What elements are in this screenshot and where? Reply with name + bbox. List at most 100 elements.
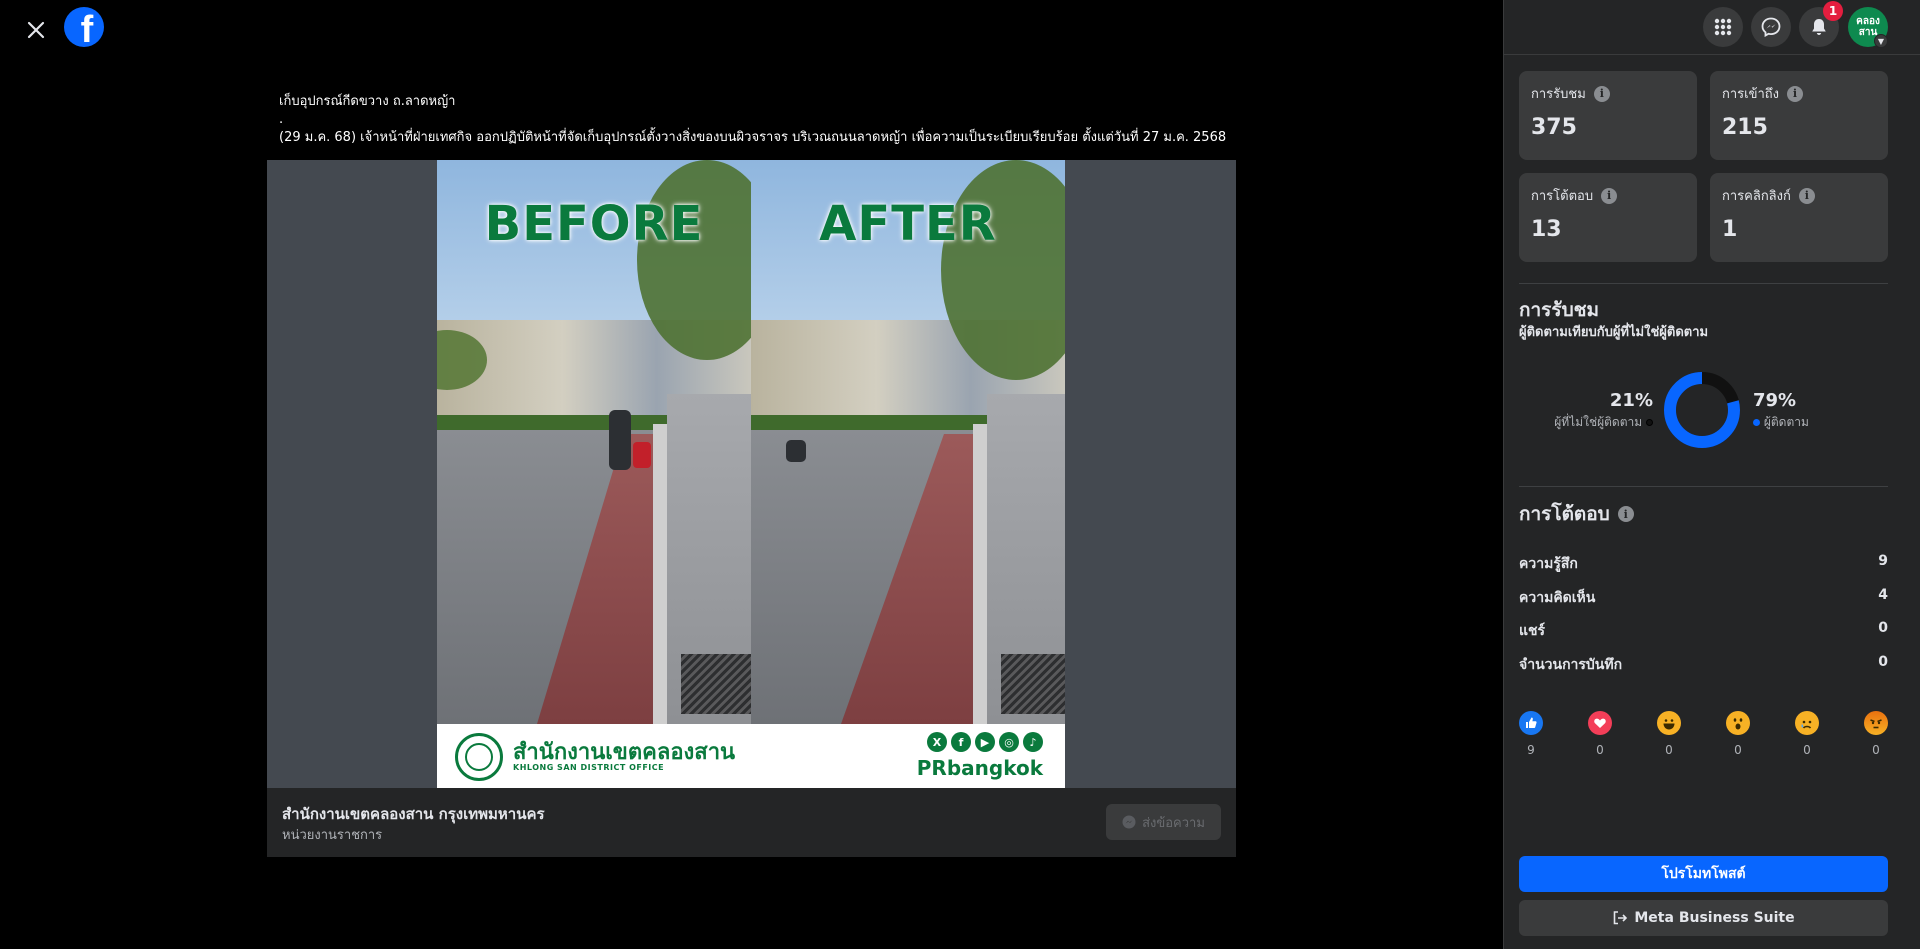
metric-label: แชร์ (1519, 623, 1546, 639)
reaction-count: 9 (1527, 743, 1535, 757)
send-message-button[interactable]: ส่งข้อความ (1106, 804, 1221, 840)
stat-label: การเข้าถึง (1722, 87, 1780, 102)
photo-footer: สำนักงานเขตคลองสาน KHLONG SAN DISTRICT O… (437, 724, 1065, 788)
followers-legend: ผู้ติดตาม (1753, 413, 1809, 432)
after-label: AFTER (819, 196, 997, 252)
divider (1519, 283, 1888, 284)
stat-value: 1 (1722, 217, 1738, 242)
stat-card-link-clicks: การคลิกลิงก์ i 1 (1710, 173, 1888, 262)
close-button[interactable] (18, 12, 54, 48)
love-icon (1588, 711, 1612, 735)
followers-percent: 79% (1753, 390, 1797, 411)
social-icons: X f ▶ ◎ ♪ (927, 732, 1043, 752)
messenger-button[interactable] (1751, 7, 1791, 47)
metric-row-shares: แชร์ 0 (1519, 620, 1888, 640)
facebook-icon: f (951, 732, 971, 752)
interactions-section-title: การโต้ตอบ i (1519, 499, 1634, 529)
stat-label: การรับชม (1531, 87, 1586, 102)
post-frame: BEFORE AFTER สำนักงานเขตคลองสาน KHLONG S… (267, 160, 1236, 857)
like-icon (1519, 711, 1543, 735)
info-icon[interactable]: i (1593, 85, 1610, 102)
promote-post-button[interactable]: โปรโมทโพสต์ (1519, 856, 1888, 892)
stat-card-views: การรับชม i 375 (1519, 71, 1697, 160)
non-followers-percent: 21% (1609, 390, 1653, 411)
reaction-count: 0 (1665, 743, 1673, 757)
divider (1519, 486, 1888, 487)
metric-value: 9 (1878, 553, 1888, 569)
bell-icon (1812, 19, 1826, 35)
followers-dot (1753, 419, 1760, 426)
caption-line-1: เก็บอุปกรณ์กีดขวาง ถ.ลาดหญ้า (279, 94, 456, 109)
avatar-text-line-1: คลอง (1856, 16, 1880, 27)
non-followers-legend: ผู้ที่ไม่ใช่ผู้ติดตาม (1540, 413, 1653, 432)
angry-icon (1864, 711, 1888, 735)
info-icon[interactable]: i (1617, 506, 1634, 522)
page-name[interactable]: สำนักงานเขตคลองสาน กรุงเทพมหานคร (282, 802, 545, 826)
stat-value: 375 (1531, 115, 1577, 140)
donut-svg (1664, 372, 1740, 448)
photo-before: BEFORE (437, 160, 751, 724)
post-caption: เก็บอุปกรณ์กีดขวาง ถ.ลาดหญ้า . (29 ม.ค. … (279, 93, 1239, 147)
metric-row-saves: จำนวนการบันทึก 0 (1519, 654, 1888, 674)
facebook-logo[interactable]: f (64, 7, 104, 47)
close-icon (27, 21, 45, 39)
info-icon[interactable]: i (1787, 85, 1804, 102)
stat-card-interactions: การโต้ตอบ i 13 (1519, 173, 1697, 262)
metric-value: 4 (1878, 587, 1888, 603)
reaction-count: 0 (1596, 743, 1604, 757)
stat-label: การโต้ตอบ (1531, 189, 1594, 204)
chevron-down-icon[interactable]: ▼ (1874, 34, 1888, 48)
notification-badge: 1 (1823, 1, 1843, 21)
office-name-english: KHLONG SAN DISTRICT OFFICE (513, 763, 665, 772)
messenger-icon (1761, 17, 1781, 37)
stat-label: การคลิกลิงก์ (1722, 189, 1791, 204)
stat-value: 215 (1722, 115, 1768, 140)
stat-card-reach: การเข้าถึง i 215 (1710, 71, 1888, 160)
x-icon: X (927, 732, 947, 752)
tiktok-icon: ♪ (1023, 732, 1043, 752)
reaction-love: 0 (1587, 711, 1613, 757)
office-seal-icon (455, 733, 503, 781)
non-followers-label: ผู้ที่ไม่ใช่ผู้ติดตาม (1554, 415, 1643, 429)
meta-business-suite-label: Meta Business Suite (1634, 910, 1795, 926)
views-subtitle: ผู้ติดตามเทียบกับผู้ที่ไม่ใช่ผู้ติดตาม (1519, 325, 1709, 340)
reaction-like: 9 (1518, 711, 1544, 757)
photo-after: AFTER (751, 160, 1065, 724)
reaction-sad: 0 (1794, 711, 1820, 757)
stat-value: 13 (1531, 217, 1562, 242)
messenger-icon (1122, 815, 1136, 829)
info-icon[interactable]: i (1798, 187, 1815, 204)
metric-label: ความรู้สึก (1519, 556, 1578, 572)
reaction-count: 0 (1734, 743, 1742, 757)
haha-icon (1657, 711, 1681, 735)
send-message-label: ส่งข้อความ (1142, 815, 1205, 831)
reaction-wow: 0 (1725, 711, 1751, 757)
followers-label: ผู้ติดตาม (1763, 415, 1809, 429)
facebook-logo-letter: f (80, 9, 94, 47)
metric-value: 0 (1878, 620, 1888, 636)
wow-icon (1726, 711, 1750, 735)
metric-row-comments: ความคิดเห็น 4 (1519, 587, 1888, 607)
followers-donut-chart (1663, 371, 1741, 449)
caption-line-3: (29 ม.ค. 68) เจ้าหน้าที่ฝ่ายเทศกิจ ออกปฏ… (279, 130, 1227, 145)
photo-viewer: f เก็บอุปกรณ์กีดขวาง ถ.ลาดหญ้า . (29 ม.ค… (0, 0, 1503, 949)
post-photo[interactable]: BEFORE AFTER สำนักงานเขตคลองสาน KHLONG S… (437, 160, 1065, 788)
grid-menu-icon (1714, 18, 1732, 36)
sad-icon (1795, 711, 1819, 735)
non-followers-dot (1646, 419, 1653, 426)
menu-button[interactable] (1703, 7, 1743, 47)
info-icon[interactable]: i (1601, 187, 1618, 204)
page-info-bar: สำนักงานเขตคลองสาน กรุงเทพมหานคร หน่วยงา… (267, 788, 1236, 857)
photo-area: BEFORE AFTER สำนักงานเขตคลองสาน KHLONG S… (267, 160, 1236, 788)
reaction-angry: 0 (1863, 711, 1889, 757)
metric-label: ความคิดเห็น (1519, 590, 1596, 606)
metric-row-reactions: ความรู้สึก 9 (1519, 553, 1888, 573)
external-link-icon (1614, 911, 1628, 925)
reaction-count: 0 (1872, 743, 1880, 757)
before-label: BEFORE (484, 196, 704, 252)
meta-business-suite-button[interactable]: Meta Business Suite (1519, 900, 1888, 936)
reaction-count: 0 (1803, 743, 1811, 757)
youtube-icon: ▶ (975, 732, 995, 752)
page-category: หน่วยงานราชการ (282, 828, 383, 843)
metric-label: จำนวนการบันทึก (1519, 657, 1623, 673)
